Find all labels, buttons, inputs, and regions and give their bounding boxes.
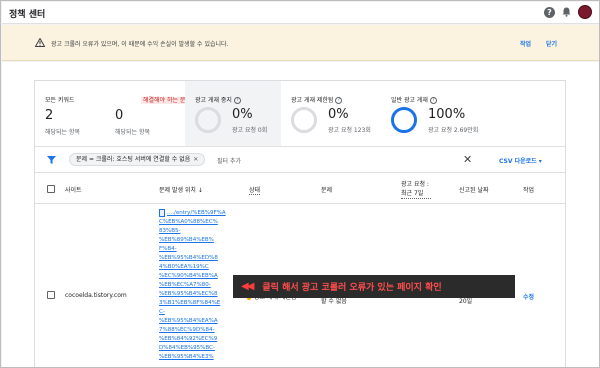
stat-label: 일반 광고 게재? (391, 95, 437, 104)
screenshot-frame: 정책 센터 ? 광고 크롤러 오류가 있으며, 이 때문에 수익 손실이 발생할… (0, 0, 600, 368)
stat-percent: 0% (232, 107, 253, 122)
url-line[interactable]: 7%88%EC%9D%84- (159, 326, 214, 334)
document-icon (159, 209, 165, 217)
url-line[interactable]: C- (159, 308, 165, 316)
warning-dismiss-button[interactable]: 닫기 (546, 39, 557, 48)
url-line[interactable]: %EB%84%92%EC%9 (159, 335, 217, 343)
row-site: cocoelda.tistory.com (65, 292, 127, 299)
avatar[interactable] (578, 5, 592, 19)
url-line[interactable]: %EB%EC%A7%80- (159, 281, 211, 289)
select-all-checkbox[interactable] (47, 185, 55, 193)
warning-banner: 광고 크롤러 오류가 있으며, 이 때문에 수익 손실이 발생할 수 있습니다.… (2, 25, 599, 61)
header-action: 작업 (523, 187, 535, 194)
clear-filters-icon[interactable]: ✕ (463, 153, 472, 166)
header-site[interactable]: 사이트 (65, 185, 82, 194)
stat-label: 광고 게재 제한됨? (291, 95, 343, 104)
main-content: 모든 키워드 2 해당되는 항목 해결해야 하는 문제? 0 해당되는 항목 광… (2, 62, 599, 367)
url-line[interactable]: D%84%EB%95%BC- (159, 344, 215, 352)
help-circle-icon: ? (429, 97, 437, 104)
url-line[interactable]: 3%B1%EB%8F%84%E (159, 299, 220, 307)
issues-panel: 모든 키워드 2 해당되는 항목 해결해야 하는 문제? 0 해당되는 항목 광… (34, 80, 566, 367)
stat-value: 2 (45, 108, 54, 123)
help-icon[interactable]: ? (544, 6, 555, 18)
url-line[interactable]: %EB%95%B4%ED%8 (159, 254, 218, 262)
stat-card-ads-normal[interactable]: 일반 광고 게재? 100% 광고 요청 2.69만회 (381, 81, 565, 146)
stat-card-all-keywords[interactable]: 모든 키워드 2 해당되는 항목 (35, 81, 110, 146)
row-checkbox[interactable] (47, 291, 55, 299)
left-arrows-icon: ◀◀ (241, 281, 254, 292)
help-circle-icon: ? (233, 97, 241, 104)
filter-icon[interactable] (47, 156, 56, 164)
table-header: 사이트 문제 발생 위치 ↓ 상태 문제 광고 요청 : 최근 7일 신고된 날… (35, 174, 565, 204)
url-line[interactable]: 4%B0%EA%19%C (159, 263, 209, 271)
header-icons: ? (544, 5, 592, 19)
stat-label: 광고 게재 중지? (195, 95, 241, 104)
warning-action-button[interactable]: 작업 (520, 39, 531, 48)
header-date[interactable]: 신고된 날짜 (459, 185, 489, 194)
top-bar: 정책 센터 ? (2, 2, 599, 24)
bell-icon[interactable] (561, 6, 572, 18)
stat-value: 0 (115, 108, 124, 123)
stat-sub: 해당되는 항목 (45, 129, 81, 136)
page-title: 정책 센터 (9, 10, 46, 20)
annotation-banner: ◀◀ 클릭 해서 광고 코롤러 오류가 있는 페이지 확인 (233, 275, 515, 298)
progress-ring (195, 107, 221, 133)
filter-bar: 문제 = 크롤러: 호스팅 서버에 연결할 수 없음 ✕ 필터 추가 ✕ CSV … (35, 147, 565, 173)
url-line[interactable]: ..../entry/%EB%9F%A (167, 209, 226, 217)
url-line[interactable]: %EB%89%B4%EB% (159, 236, 214, 244)
stat-sub: 광고 요청 2.69만회 (428, 127, 479, 134)
header-status[interactable]: 상태 (249, 185, 261, 195)
edit-button[interactable]: 수정 (523, 292, 534, 301)
stat-percent: 0% (328, 107, 349, 122)
stat-sub: 광고 요청 0회 (232, 127, 268, 134)
url-line[interactable]: C%EB%A0%88%EC% (159, 218, 218, 226)
stat-sub: 광고 요청 123회 (328, 127, 371, 134)
progress-ring (391, 107, 417, 133)
header-requests[interactable]: 광고 요청 : 최근 7일 (401, 180, 431, 199)
url-line[interactable]: %EB%95%B4%EA%A (159, 317, 218, 325)
stat-sub: 해당되는 항목 (115, 129, 151, 136)
help-circle-icon: ? (335, 97, 343, 104)
csv-download-button[interactable]: CSV 다운로드 ▾ (499, 156, 542, 165)
stat-label: 모든 키워드 (45, 97, 75, 104)
url-line[interactable]: 83%B5- (159, 227, 180, 235)
header-problem[interactable]: 문제 (321, 185, 332, 194)
filter-chip[interactable]: 문제 = 크롤러: 호스팅 서버에 연결할 수 없음 ✕ (69, 153, 206, 166)
stat-card-ads-stopped[interactable]: 광고 게재 중지? 0% 광고 요청 0회 (185, 81, 281, 146)
url-line[interactable]: F%B4- (159, 245, 177, 253)
url-line[interactable]: %EC%90%B4%EB%A (159, 272, 218, 280)
stat-percent: 100% (428, 107, 466, 122)
url-line[interactable]: %EB%95%B4%E3% (159, 353, 214, 361)
stat-card-ads-limited[interactable]: 광고 게재 제한됨? 0% 광고 요청 123회 (281, 81, 381, 146)
chip-close-icon[interactable]: ✕ (193, 156, 198, 163)
annotation-text: 클릭 해서 광고 코롤러 오류가 있는 페이지 확인 (262, 283, 442, 293)
progress-ring (291, 107, 317, 133)
url-line[interactable]: %EB%95%B4%EC%8 (159, 290, 217, 298)
warning-icon (35, 38, 45, 47)
header-location[interactable]: 문제 발생 위치 ↓ (159, 185, 203, 194)
add-filter-input[interactable]: 필터 추가 (217, 156, 241, 165)
stat-card-must-fix[interactable]: 해결해야 하는 문제? 0 해당되는 항목 (105, 81, 202, 146)
stats-row: 모든 키워드 2 해당되는 항목 해결해야 하는 문제? 0 해당되는 항목 광… (35, 81, 565, 147)
warning-message: 광고 크롤러 오류가 있으며, 이 때문에 수익 손실이 발생할 수 있습니다. (51, 41, 229, 48)
